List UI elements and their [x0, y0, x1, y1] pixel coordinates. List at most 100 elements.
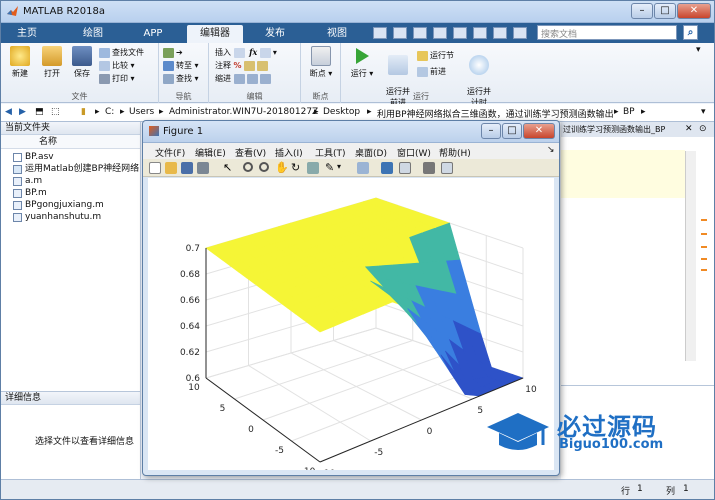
quick-switch-icon[interactable]	[493, 27, 507, 39]
menu-tools[interactable]: 工具(T)	[315, 146, 346, 159]
tab-plots[interactable]: 绘图	[71, 25, 115, 43]
zoom-out-icon[interactable]	[259, 162, 269, 172]
pan-hand-icon[interactable]: ✋	[275, 162, 289, 174]
rotate-3d-icon[interactable]: ↻	[291, 162, 303, 174]
collapse-ribbon-icon[interactable]: ▾	[696, 45, 701, 55]
find-button[interactable]: 查找 ▾	[163, 72, 199, 85]
tab-view[interactable]: 视图	[315, 25, 359, 43]
folder-icon: ▮	[81, 107, 86, 117]
pointer-icon[interactable]: ↖	[223, 162, 235, 174]
menu-file[interactable]: 文件(F)	[155, 146, 185, 159]
search-docs-input[interactable]: 搜索文档	[537, 25, 677, 40]
zoom-in-icon[interactable]	[243, 162, 253, 172]
quick-redo-icon[interactable]	[473, 27, 487, 39]
list-item[interactable]: a.m	[1, 175, 140, 187]
warning-marker[interactable]	[701, 233, 707, 235]
print-figure-icon[interactable]	[197, 162, 209, 174]
find-files-button[interactable]: 查找文件	[99, 46, 144, 59]
nav-back-forward[interactable]: ➔	[163, 46, 199, 59]
save-button[interactable]: 保存	[67, 43, 97, 79]
close-editor-icon[interactable]: ✕	[685, 124, 693, 134]
breadcrumb-desktop[interactable]: Desktop	[323, 107, 360, 117]
print-button[interactable]: 打印 ▾	[99, 72, 144, 85]
tab-publish[interactable]: 发布	[253, 25, 297, 43]
link-plot-icon[interactable]	[357, 162, 369, 174]
quick-copy-icon[interactable]	[413, 27, 427, 39]
folder-up-icon[interactable]: ⬒	[35, 107, 44, 117]
column-header-name[interactable]: 名称	[1, 135, 140, 149]
quick-paste-icon[interactable]	[433, 27, 447, 39]
editor-actions-icon[interactable]: ⊙	[699, 124, 707, 134]
tab-home[interactable]: 主页	[5, 25, 49, 43]
tab-apps[interactable]: APP	[131, 25, 175, 43]
menu-window[interactable]: 窗口(W)	[397, 146, 431, 159]
list-item[interactable]: BP.m	[1, 187, 140, 199]
warning-marker[interactable]	[701, 258, 707, 260]
browse-folder-icon[interactable]: ⬚	[51, 107, 60, 117]
forward-icon[interactable]: ▶	[19, 107, 26, 117]
warning-marker[interactable]	[701, 269, 707, 271]
data-cursor-icon[interactable]	[307, 162, 319, 174]
breadcrumb-bp[interactable]: BP	[623, 107, 635, 117]
stopwatch-icon	[469, 55, 489, 75]
x-tick-label: -5	[374, 448, 383, 458]
breadcrumb-admin[interactable]: Administrator.WIN7U-20180127Z	[169, 107, 318, 117]
save-figure-icon[interactable]	[181, 162, 193, 174]
brush-icon[interactable]: ✎	[325, 162, 337, 174]
back-icon[interactable]: ◀	[5, 107, 12, 117]
run-section-button[interactable]: 运行节	[417, 49, 454, 62]
status-row-label: 行	[621, 487, 631, 497]
list-item[interactable]: BP.asv	[1, 151, 140, 163]
menu-desktop[interactable]: 桌面(D)	[355, 146, 387, 159]
breakpoints-button[interactable]: 断点 ▾	[305, 43, 337, 79]
open-file-icon[interactable]	[165, 162, 177, 174]
goto-button[interactable]: 转至 ▾	[163, 59, 199, 72]
colorbar-icon[interactable]	[381, 162, 393, 174]
brush-dropdown-icon[interactable]: ▾	[337, 162, 349, 174]
list-item[interactable]: BPgongjuxiang.m	[1, 199, 140, 211]
indent-button[interactable]: 缩进	[215, 72, 277, 85]
breadcrumb-drive[interactable]: C:	[105, 107, 114, 117]
insert-button[interactable]: 插入 fx ▾	[215, 46, 277, 59]
open-button[interactable]: 打开	[37, 43, 67, 79]
close-button[interactable]: ✕	[677, 3, 711, 19]
comment-button[interactable]: 注释 %	[215, 59, 277, 72]
show-plot-tools-icon[interactable]	[441, 162, 453, 174]
quick-undo-icon[interactable]	[453, 27, 467, 39]
advance-button[interactable]: 前进	[417, 65, 454, 78]
warning-marker[interactable]	[701, 219, 707, 221]
menu-edit[interactable]: 编辑(E)	[195, 146, 226, 159]
quick-save-icon[interactable]	[373, 27, 387, 39]
figure-maximize-button[interactable]: □	[502, 123, 522, 139]
list-item[interactable]: 运用Matlab创建BP神经网络	[1, 163, 140, 175]
maximize-button[interactable]: □	[654, 3, 676, 19]
search-icon[interactable]: ⌕	[683, 25, 698, 40]
tab-editor[interactable]: 编辑器	[187, 25, 243, 43]
path-separator: ▸	[367, 107, 372, 117]
new-button[interactable]: 新建	[5, 43, 35, 79]
list-item[interactable]: yuanhanshutu.m	[1, 211, 140, 223]
breadcrumb-users[interactable]: Users	[129, 107, 154, 117]
menu-insert[interactable]: 插入(I)	[275, 146, 303, 159]
minimize-button[interactable]: –	[631, 3, 653, 19]
hide-plot-tools-icon[interactable]	[423, 162, 435, 174]
legend-icon[interactable]	[399, 162, 411, 174]
menu-view[interactable]: 查看(V)	[235, 146, 266, 159]
figure-minimize-button[interactable]: –	[481, 123, 501, 139]
address-dropdown-icon[interactable]: ▾	[701, 107, 706, 117]
uncomment-icon	[257, 60, 269, 71]
menu-help[interactable]: 帮助(H)	[439, 146, 471, 159]
figure-close-button[interactable]: ✕	[523, 123, 555, 139]
editor-scrollbar[interactable]	[685, 151, 696, 361]
menubar-dock-icon[interactable]: ↘	[547, 145, 555, 155]
quick-help-icon[interactable]	[513, 27, 527, 39]
new-figure-icon[interactable]	[149, 162, 161, 174]
run-button[interactable]: 运行 ▾	[345, 43, 379, 79]
breadcrumb-project[interactable]: 利用BP神经网络拟合三维函数，通过训练学习预测函数输出	[377, 107, 614, 120]
compare-button[interactable]: 比较 ▾	[99, 59, 144, 72]
quick-cut-icon[interactable]	[393, 27, 407, 39]
app-title: MATLAB R2018a	[23, 6, 106, 17]
fx-icon[interactable]: fx	[249, 47, 257, 57]
m-file-icon	[13, 189, 22, 198]
warning-marker[interactable]	[701, 246, 707, 248]
